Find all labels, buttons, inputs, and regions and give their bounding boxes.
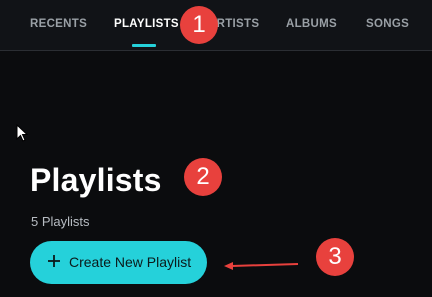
plus-icon — [48, 255, 60, 267]
playlist-count: 5 Playlists — [31, 214, 90, 229]
annotation-marker-2: 2 — [184, 158, 222, 196]
arrow-left-icon — [224, 262, 299, 270]
mouse-pointer-icon — [16, 124, 28, 142]
tab-albums[interactable]: ALBUMS — [286, 18, 337, 30]
create-new-playlist-label: Create New Playlist — [69, 254, 192, 270]
create-new-playlist-button[interactable]: Create New Playlist — [30, 241, 207, 284]
active-tab-indicator — [132, 44, 156, 47]
page-title: Playlists — [30, 162, 162, 198]
music-library-page: RECENTS PLAYLISTS ARTISTS ALBUMS SONGS 1… — [0, 0, 432, 297]
tab-playlists[interactable]: PLAYLISTS — [114, 18, 179, 30]
tab-recents[interactable]: RECENTS — [30, 18, 87, 30]
annotation-marker-3: 3 — [316, 238, 354, 276]
annotation-marker-1: 1 — [180, 6, 218, 44]
tab-songs[interactable]: SONGS — [366, 18, 409, 30]
